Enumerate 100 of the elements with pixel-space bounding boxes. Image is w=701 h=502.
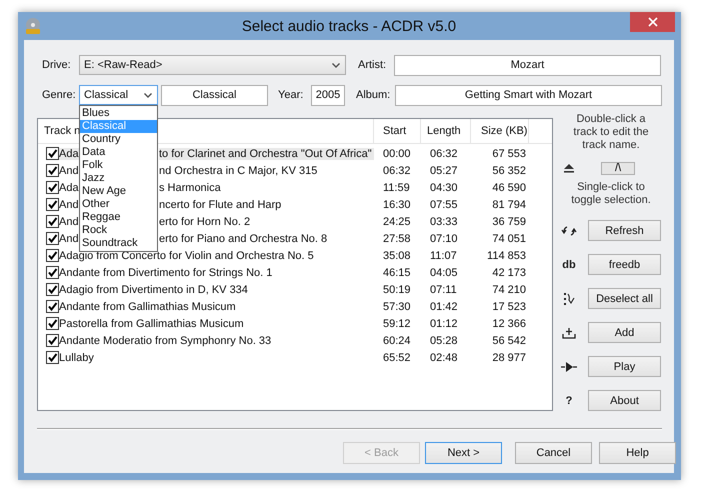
checkbox[interactable] [46, 249, 59, 262]
track-name[interactable]: Adagio from Concerto for Violin and Orchestra No. 5 [59, 250, 314, 262]
checkbox[interactable] [46, 181, 59, 194]
column-header[interactable]: Length [427, 124, 461, 138]
start-time: 59:12 [383, 318, 412, 330]
genre-field[interactable]: Classical [161, 84, 268, 106]
window-title: Select audio tracks - ACDR v5.0 [242, 18, 456, 35]
start-time: 46:15 [383, 266, 412, 278]
refresh-icon [561, 224, 577, 236]
checkbox[interactable] [46, 334, 59, 347]
track-name[interactable]: to for Clarinet and Orchestra "Out Of Africa" [159, 148, 374, 160]
side-button[interactable]: Deselect all [588, 288, 661, 309]
track-name[interactable]: Lullaby [59, 352, 94, 364]
eject-icon [561, 163, 577, 173]
track-length: 06:32 [430, 148, 459, 160]
checkbox[interactable] [46, 266, 59, 279]
start-time: 35:08 [383, 250, 412, 262]
track-size: 17 523 [491, 300, 526, 312]
track-size: 36 759 [491, 216, 526, 228]
track-size: 114 853 [486, 250, 526, 262]
track-name[interactable]: nd Orchestra in C Major, KV 315 [159, 164, 320, 176]
track-length: 05:27 [430, 164, 459, 176]
start-time: 06:32 [383, 164, 412, 176]
genre-option[interactable]: Folk [80, 159, 157, 172]
track-length: 02:48 [430, 352, 459, 364]
start-time: 11:59 [383, 182, 411, 194]
track-name[interactable]: Andante from Gallimathias Musicum [59, 300, 236, 312]
genre-option[interactable]: Data [80, 146, 157, 159]
side-button[interactable]: Play [588, 356, 661, 377]
track-length: 04:05 [430, 266, 459, 278]
start-time: 60:24 [383, 334, 412, 346]
track-name[interactable]: erto for Piano and Orchestra No. 8 [159, 232, 330, 244]
checkbox[interactable] [46, 317, 59, 330]
start-time: 50:19 [383, 284, 412, 296]
start-time: 57:30 [383, 300, 412, 312]
genre-option[interactable]: Rock [80, 224, 157, 237]
close-button[interactable] [630, 12, 675, 32]
genre-option[interactable]: Reggae [80, 211, 157, 224]
track-name[interactable]: Andante Moderatio from Symphonry No. 33 [59, 334, 272, 346]
move-up-button[interactable]: /\ [601, 162, 635, 174]
year-field[interactable]: 2005 [311, 84, 345, 106]
track-size: 12 366 [491, 318, 526, 330]
start-time: 16:30 [383, 198, 412, 210]
track-length: 07:11 [430, 284, 458, 296]
disc-icon [24, 17, 42, 35]
caret-icon [144, 92, 152, 98]
checkbox[interactable] [46, 300, 59, 313]
footer-button[interactable]: Next > [425, 442, 502, 464]
glyph-icon: ? [561, 394, 577, 406]
album-field[interactable]: Getting Smart with Mozart [395, 84, 662, 106]
side-button[interactable]: Refresh [588, 220, 661, 241]
track-name[interactable]: s Harmonica [159, 182, 223, 194]
track-name[interactable]: ncerto for Flute and Harp [159, 198, 284, 210]
play-icon [561, 360, 577, 372]
checkbox[interactable] [46, 351, 59, 364]
list-check-icon [561, 292, 577, 306]
track-name[interactable]: And [59, 198, 79, 210]
column-header[interactable]: Size (KB) [481, 124, 528, 138]
side-button[interactable]: Add [588, 322, 661, 343]
checkbox[interactable] [46, 283, 59, 296]
track-name[interactable]: And [59, 164, 79, 176]
hint-text: Single-click to toggle selection. [570, 181, 652, 207]
column-header[interactable]: Start [383, 124, 406, 138]
track-length: 01:42 [430, 300, 459, 312]
glyph-icon: db [561, 258, 577, 270]
genre-option[interactable]: Soundtrack [80, 237, 157, 250]
album-label: Album: [356, 89, 392, 101]
track-size: 74 051 [491, 232, 526, 244]
track-name[interactable]: Ada [59, 182, 79, 194]
genre-option[interactable]: Other [80, 198, 157, 211]
track-name[interactable]: Pastorella from Gallimathias Musicum [59, 318, 244, 330]
genre-option[interactable]: Country [80, 133, 157, 146]
caret-icon [332, 62, 340, 68]
side-button[interactable]: freedb [588, 254, 661, 275]
artist-field[interactable]: Mozart [394, 54, 661, 76]
checkbox[interactable] [46, 164, 59, 177]
footer-button[interactable]: Cancel [515, 442, 592, 464]
track-name[interactable]: Ada [59, 148, 79, 160]
track-name[interactable]: And [59, 216, 79, 228]
drive-label: Drive: [42, 59, 72, 71]
checkbox[interactable] [46, 198, 59, 211]
genre-option[interactable]: Blues [80, 107, 157, 120]
checkbox[interactable] [46, 232, 59, 245]
genre-option[interactable]: New Age [80, 185, 157, 198]
drive-dropdown[interactable]: E: <Raw-Read> [79, 55, 346, 75]
start-time: 27:58 [383, 232, 412, 244]
genre-label: Genre: [42, 89, 77, 101]
artist-label: Artist: [358, 59, 388, 71]
track-size: 46 590 [491, 182, 526, 194]
track-name[interactable]: Andante from Divertimento for Strings No. 1 [59, 266, 272, 278]
genre-option[interactable]: Jazz [80, 172, 157, 185]
checkbox[interactable] [46, 215, 59, 228]
track-name[interactable]: And [59, 232, 79, 244]
track-name[interactable]: Adagio from Divertimento in D, KV 334 [59, 284, 248, 296]
genre-dropdown[interactable]: Classical [79, 85, 158, 105]
footer-button[interactable]: Help [599, 442, 676, 464]
checkbox[interactable] [46, 147, 59, 160]
start-time: 24:25 [383, 216, 412, 228]
track-name[interactable]: erto for Horn No. 2 [159, 216, 252, 228]
side-button[interactable]: About [588, 390, 661, 411]
